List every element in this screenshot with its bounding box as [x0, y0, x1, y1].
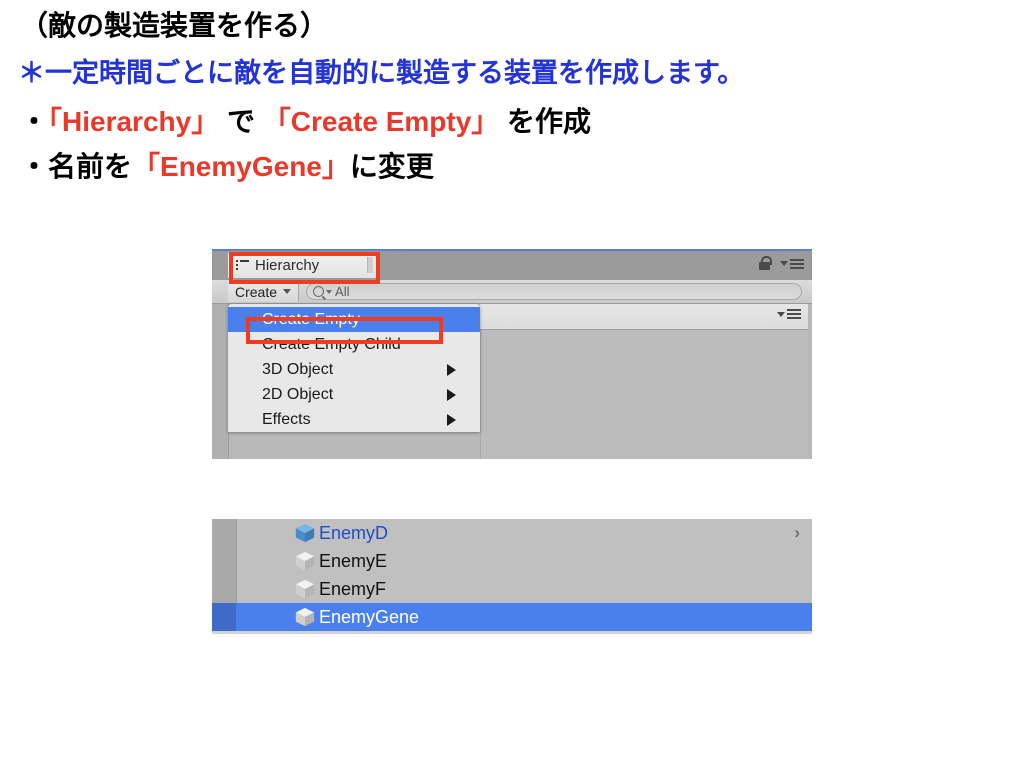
- submenu-arrow-icon: [447, 413, 456, 426]
- create-context-menu: Create Empty Create Empty Child 3D Objec…: [228, 304, 480, 432]
- list-item-enemye-label: EnemyE: [319, 550, 388, 571]
- bullet-1-hierarchy-term: 「Hierarchy」: [48, 106, 220, 137]
- submenu-arrow-icon: [447, 363, 456, 376]
- bullet-2-enemygene-term: 「EnemyGene」: [132, 151, 350, 182]
- search-input[interactable]: All: [306, 283, 802, 300]
- hierarchy-toolbar: Create All: [212, 280, 812, 304]
- create-button[interactable]: Create: [228, 281, 300, 302]
- list-item-enemyf[interactable]: EnemyF: [212, 575, 812, 603]
- list-item-enemye[interactable]: EnemyE: [212, 547, 812, 575]
- chevron-down-icon: [283, 289, 292, 294]
- panel-options-menu-icon[interactable]: [780, 258, 804, 269]
- bullet-1-suffix: を作成: [499, 106, 592, 137]
- unity-hierarchy-panel-screenshot: Hierarchy Create All Create Empty Create…: [212, 249, 812, 459]
- menu-item-2d-object-label: 2D Object: [262, 385, 334, 403]
- bullet-item-2: ・名前を「EnemyGene」に変更: [20, 153, 434, 181]
- list-item-enemyf-label: EnemyF: [319, 578, 387, 599]
- gameobject-cube-icon: [295, 579, 315, 599]
- list-item-enemygene[interactable]: EnemyGene: [212, 603, 812, 631]
- list-bottom-edge: [212, 631, 812, 634]
- list-item-enemygene-label: EnemyGene: [319, 606, 420, 627]
- hierarchy-object-list: EnemyD › EnemyE EnemyF EnemyGene: [212, 519, 812, 631]
- menu-item-2d-object[interactable]: 2D Object: [228, 382, 480, 407]
- search-input-value: All: [335, 284, 350, 299]
- menu-item-effects-label: Effects: [262, 410, 311, 428]
- page-title: （敵の製造装置を作る）: [20, 10, 329, 41]
- tab-resize-grip[interactable]: [367, 257, 373, 273]
- hierarchy-body: Create Empty Create Empty Child 3D Objec…: [212, 304, 812, 459]
- submenu-arrow-icon: [447, 388, 456, 401]
- list-icon: [236, 259, 249, 271]
- tab-hierarchy[interactable]: Hierarchy: [228, 252, 376, 278]
- adjacent-panel-header: [480, 304, 808, 330]
- create-button-label: Create: [235, 283, 278, 300]
- gameobject-cube-icon: [295, 551, 315, 571]
- bullet-2-prefix: 名前を: [48, 151, 133, 182]
- hierarchy-tab-bar-controls: [759, 256, 804, 271]
- menu-item-create-empty-child[interactable]: Create Empty Child: [228, 332, 480, 357]
- adjacent-panel-content: [480, 330, 808, 459]
- search-filter-chevron-icon[interactable]: [326, 289, 333, 294]
- hierarchy-tab-bar: Hierarchy: [212, 249, 812, 280]
- bullet-marker-1: ・: [20, 106, 49, 137]
- menu-item-create-empty-label: Create Empty: [262, 310, 360, 328]
- menu-item-create-empty-child-label: Create Empty Child: [262, 335, 401, 353]
- menu-item-3d-object[interactable]: 3D Object: [228, 357, 480, 382]
- list-item-enemyd[interactable]: EnemyD ›: [212, 519, 812, 547]
- lock-icon[interactable]: [759, 256, 772, 271]
- hierarchy-left-gutter: [212, 304, 229, 459]
- bullet-1-create-empty-term: 「Create Empty」: [262, 106, 500, 137]
- bullet-1-connector: で: [219, 106, 263, 137]
- menu-item-effects[interactable]: Effects: [228, 407, 480, 432]
- menu-item-3d-object-label: 3D Object: [262, 360, 334, 378]
- expand-chevron-icon[interactable]: ›: [794, 523, 800, 543]
- slide-note: ＊一定時間ごとに敵を自動的に製造する装置を作成します。: [18, 58, 745, 88]
- bullet-2-suffix: に変更: [349, 151, 434, 182]
- search-icon: [313, 286, 325, 297]
- bullet-item-1: ・「Hierarchy」 で 「Create Empty」 を作成: [20, 108, 591, 136]
- unity-hierarchy-list-screenshot: EnemyD › EnemyE EnemyF EnemyGene: [212, 519, 812, 634]
- tab-hierarchy-label: Hierarchy: [255, 256, 320, 274]
- gameobject-cube-icon: [295, 607, 315, 627]
- bullet-marker-2: ・: [20, 151, 49, 182]
- menu-item-create-empty[interactable]: Create Empty: [228, 307, 480, 332]
- adjacent-panel-options-menu-icon[interactable]: [777, 309, 801, 319]
- list-item-enemyd-label: EnemyD: [319, 522, 389, 543]
- prefab-cube-icon: [295, 523, 315, 543]
